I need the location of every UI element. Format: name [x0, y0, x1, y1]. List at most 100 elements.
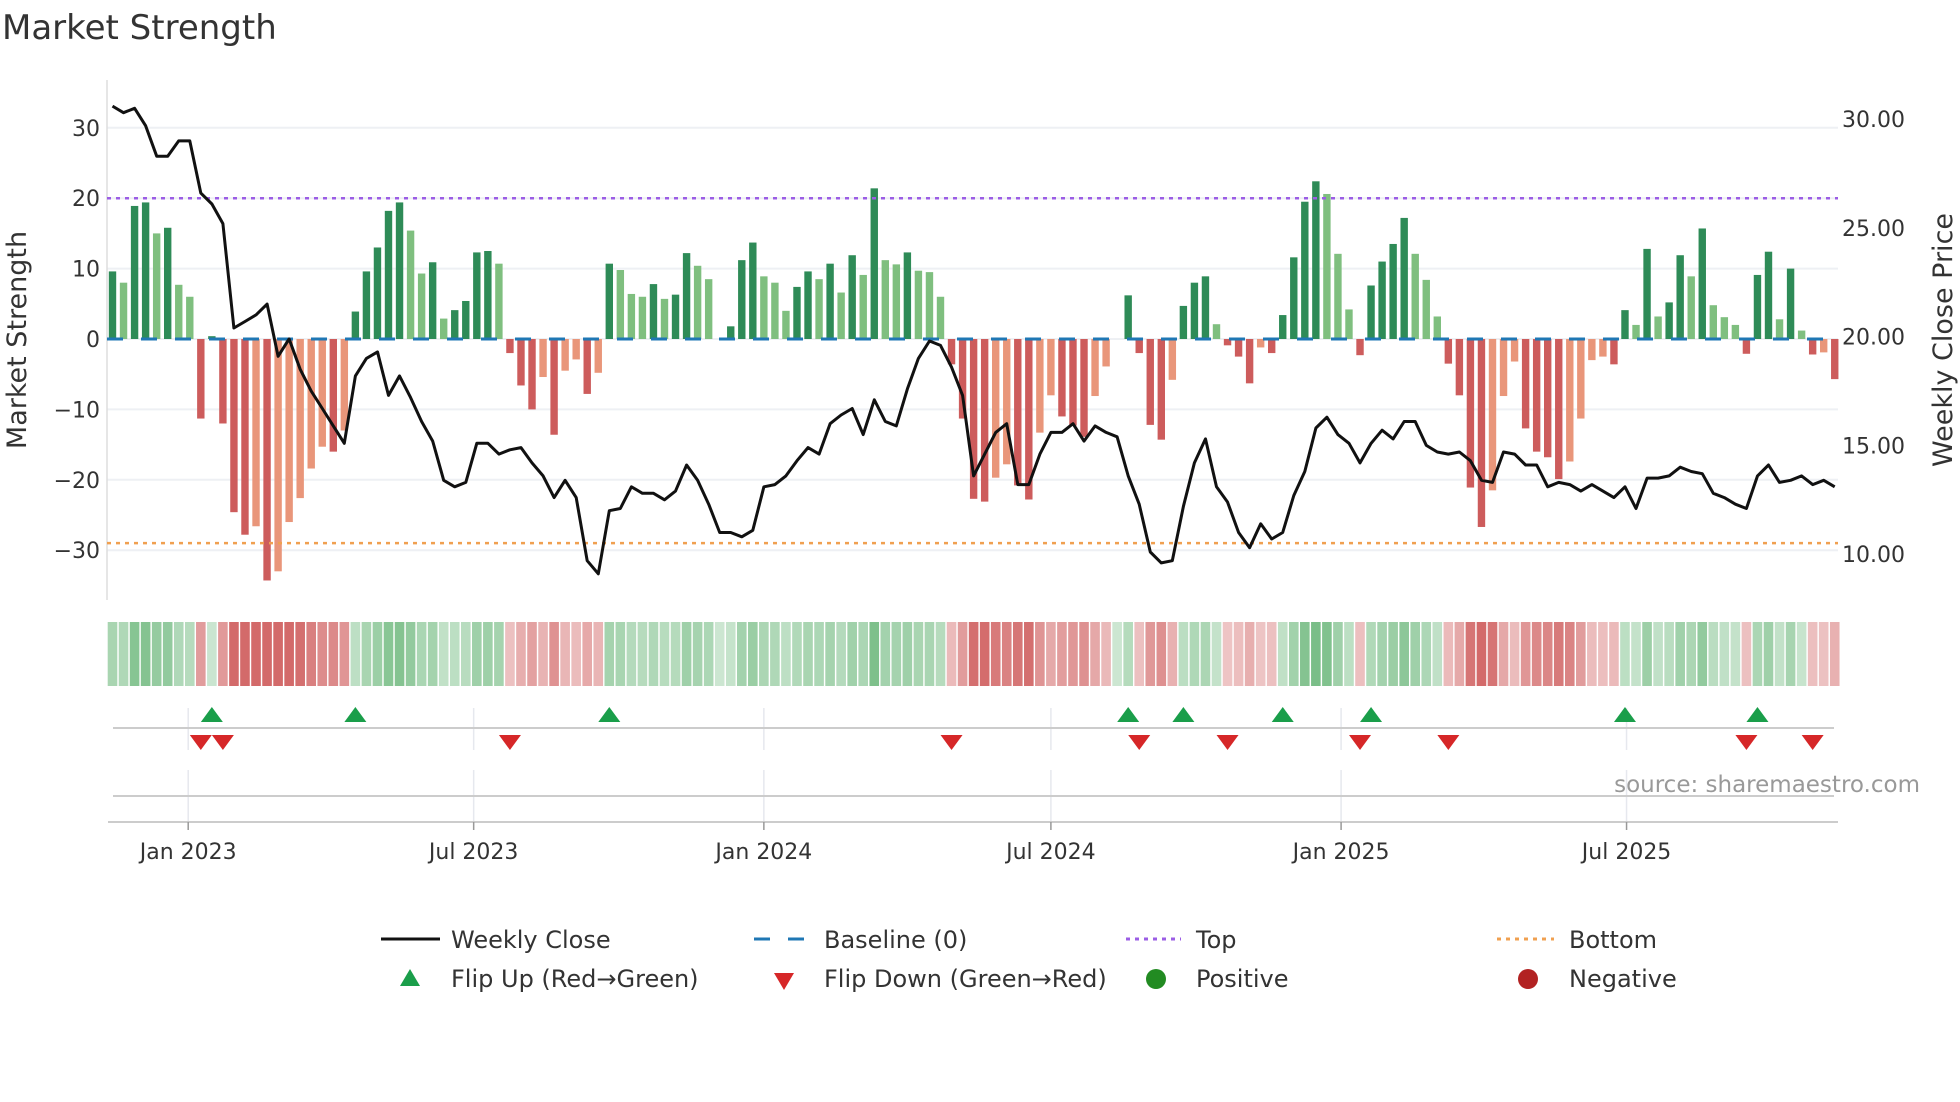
heat-strip-cell — [162, 622, 173, 686]
heat-strip-cell — [184, 622, 195, 686]
legend-bottom[interactable]: Bottom — [1497, 926, 1657, 954]
y-axis-ticks: 30 20 10 0 −10 −20 −30 — [54, 117, 100, 564]
heat-strip-cell — [284, 622, 294, 686]
strength-bar — [274, 339, 282, 572]
legend-flip-up[interactable]: Flip Up (Red→Green) — [400, 965, 699, 993]
heat-strip-cell — [725, 622, 736, 686]
strength-bar — [1367, 285, 1375, 339]
strength-bar — [1069, 339, 1077, 426]
strength-bar — [1411, 253, 1419, 339]
strength-bar — [417, 273, 426, 339]
flip-up-marker — [1271, 707, 1294, 722]
heat-strip-cell — [405, 622, 416, 686]
strength-bar — [627, 293, 636, 339]
legend-label: Flip Down (Green→Red) — [824, 965, 1107, 993]
heat-strip-cell — [1465, 622, 1476, 686]
strength-bar — [992, 339, 1000, 478]
triangle-up-icon — [400, 969, 420, 986]
heat-strip-cell — [1079, 622, 1089, 686]
strength-bar — [1135, 339, 1143, 354]
legend-flip-down[interactable]: Flip Down (Green→Red) — [774, 965, 1107, 993]
strength-bar — [428, 262, 437, 339]
strength-bar — [550, 339, 558, 435]
legend-label: Weekly Close — [451, 926, 611, 954]
strength-bar — [1488, 339, 1497, 491]
heat-strip-cell — [538, 622, 548, 686]
heat-strip-cell — [1520, 622, 1531, 686]
heat-strip-cell — [273, 622, 283, 686]
heat-strip-cell — [460, 622, 471, 686]
legend-negative[interactable]: Negative — [1518, 965, 1677, 993]
heat-strip-cell — [549, 622, 559, 686]
strength-heat-strip — [107, 622, 1840, 686]
strength-bar — [1422, 279, 1430, 339]
strength-bar — [1588, 339, 1596, 361]
heat-strip-cell — [372, 622, 383, 686]
strength-bar — [130, 205, 139, 339]
heat-strip-cell — [593, 622, 604, 686]
legend-top[interactable]: Top — [1126, 926, 1237, 954]
heat-strip-cell — [1288, 622, 1299, 686]
legend-baseline[interactable]: Baseline (0) — [754, 926, 967, 954]
heat-strip-cell — [1222, 622, 1233, 686]
heat-strip-cell — [1366, 622, 1376, 686]
strength-bar — [892, 264, 901, 339]
heat-strip-cell — [1410, 622, 1421, 686]
strength-bar — [1455, 339, 1464, 396]
flip-up-marker — [344, 707, 367, 722]
strength-bar — [1510, 339, 1519, 362]
flip-down-marker — [940, 735, 963, 750]
heat-strip-cell — [394, 622, 405, 686]
flip-up-marker — [1360, 707, 1383, 722]
heat-strip-cell — [1454, 622, 1465, 686]
heat-strip-cell — [1355, 622, 1365, 686]
legend-positive[interactable]: Positive — [1146, 965, 1289, 993]
y2-tick-label: 30.00 — [1842, 108, 1905, 133]
heat-strip-cell — [1752, 622, 1763, 686]
x-tick-label: Jul 2023 — [427, 840, 519, 865]
strength-bar — [1234, 339, 1243, 357]
heat-strip-cell — [1432, 622, 1443, 686]
strength-bar — [362, 271, 371, 339]
y2-axis-ticks: 30.00 25.00 20.00 15.00 10.00 — [1842, 108, 1905, 568]
flip-up-marker — [1746, 707, 1769, 722]
heat-strip-cell — [1156, 622, 1167, 686]
heat-strip-cell — [847, 622, 857, 686]
heat-strip-cell — [483, 622, 493, 686]
strength-bar — [1323, 193, 1331, 339]
heat-strip-cell — [736, 622, 747, 686]
strength-bar — [903, 252, 912, 339]
heat-strip-cell — [1001, 622, 1012, 686]
heat-strip-cell — [416, 622, 427, 686]
heat-strip-cell — [1796, 622, 1807, 686]
strength-bar — [1201, 276, 1210, 339]
heat-strip-cell — [1686, 622, 1697, 686]
heat-strip-cell — [681, 622, 692, 686]
strength-bar — [704, 279, 713, 339]
strength-bar — [936, 296, 945, 339]
heat-strip-cell — [207, 622, 217, 686]
strength-bar — [1433, 316, 1441, 339]
heat-strip-cell — [1112, 622, 1122, 686]
strength-bar — [1632, 324, 1640, 339]
strength-bar — [1356, 339, 1364, 356]
circle-icon — [1518, 969, 1538, 989]
heat-strip-cell — [1046, 622, 1056, 686]
strength-bar — [859, 274, 867, 339]
y-tick-label: 20 — [72, 187, 100, 212]
heat-strip-cell — [825, 622, 835, 686]
strength-bar — [1654, 316, 1662, 339]
heat-strip-cell — [218, 622, 228, 686]
y-tick-label: −20 — [54, 469, 100, 494]
strength-bar — [1179, 305, 1188, 339]
heat-strip-cell — [1255, 622, 1266, 686]
strength-bar — [782, 310, 790, 339]
strength-bar — [285, 339, 293, 523]
legend-weekly-close[interactable]: Weekly Close — [381, 926, 611, 954]
heat-strip-cell — [494, 622, 504, 686]
heat-strip-cell — [1531, 622, 1542, 686]
strength-bar — [749, 242, 757, 339]
heat-strip-cell — [1057, 622, 1067, 686]
strength-bar — [384, 210, 393, 339]
strength-bar — [870, 188, 878, 339]
